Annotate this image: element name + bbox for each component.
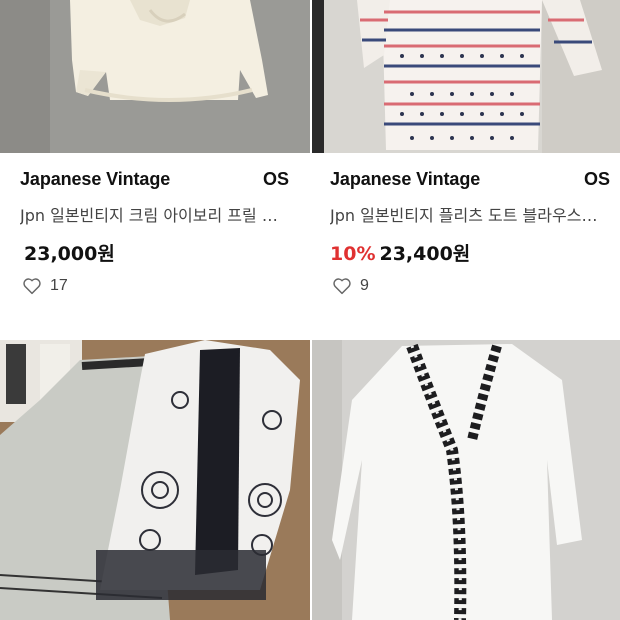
size-label: OS (583, 169, 610, 189)
like-count: 9 (360, 277, 369, 294)
like-button[interactable]: 9 (332, 277, 369, 295)
price: 23,400원 (379, 243, 471, 265)
white-ruffle-blouse-photo (312, 340, 620, 620)
size-label: OS (262, 169, 289, 189)
product-title[interactable]: Jpn 일본빈티지 플리츠 도트 블라우스 원피스 (330, 202, 600, 226)
product-image[interactable] (312, 340, 620, 620)
price: 23,000원 (24, 243, 115, 265)
product-title[interactable]: Jpn 일본빈티지 크림 아이보리 프릴 블라우스 (20, 202, 290, 226)
product-image[interactable] (0, 340, 310, 620)
discount-rate: 10% (330, 243, 376, 265)
product-image[interactable] (312, 0, 620, 153)
heart-icon (23, 278, 41, 295)
like-button[interactable]: 17 (22, 277, 68, 295)
cream-blouse-photo (0, 0, 310, 153)
lace-dress-skirt-photo (0, 340, 310, 620)
striped-dot-dress-photo (312, 0, 620, 153)
price-row: 23,000원 (20, 239, 115, 266)
product-image[interactable] (0, 0, 310, 153)
brand-name: Japanese Vintage (330, 169, 481, 189)
brand-name: Japanese Vintage (20, 169, 171, 189)
price-row: 10% 23,400원 (330, 239, 470, 266)
heart-icon (333, 278, 351, 295)
like-count: 17 (50, 277, 68, 294)
